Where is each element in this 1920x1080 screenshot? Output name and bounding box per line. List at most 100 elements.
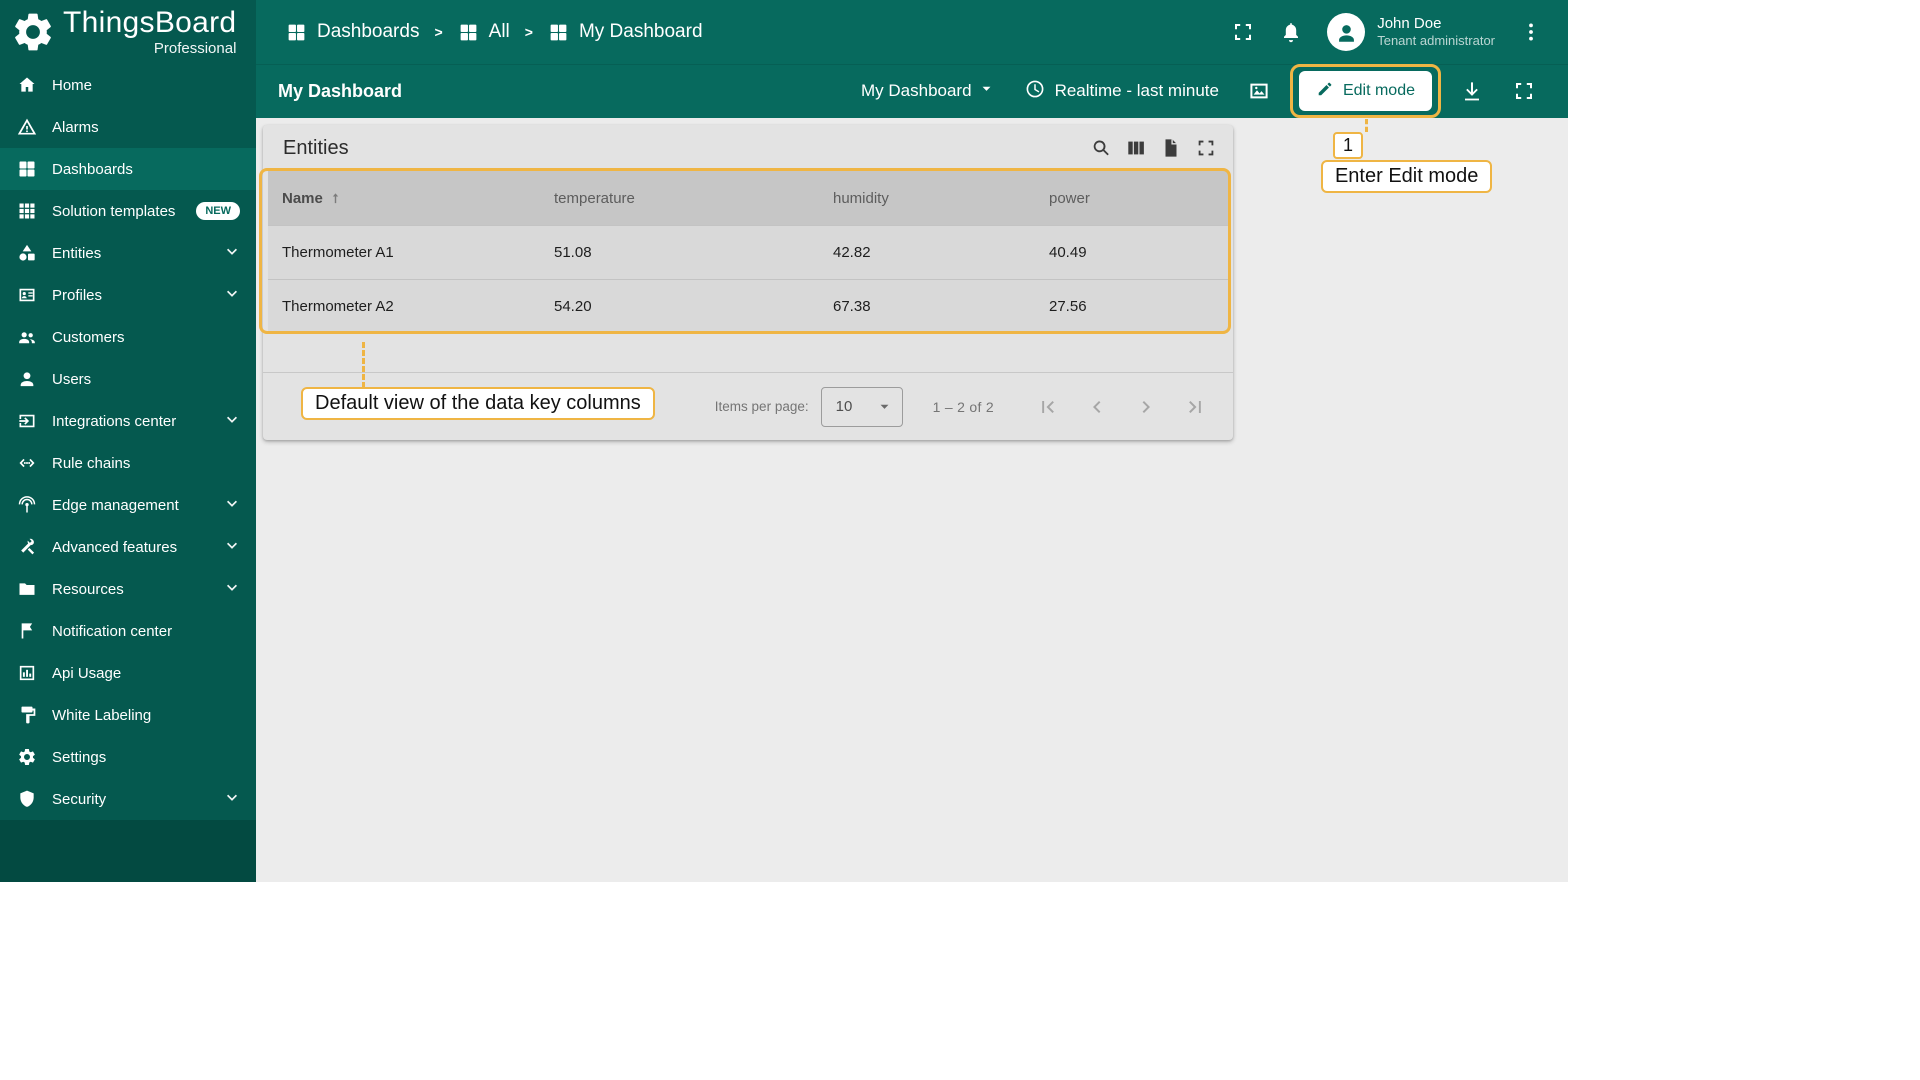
- sidebar-item-edge-management[interactable]: Edge management: [0, 484, 256, 526]
- toolbar-fullscreen-button[interactable]: [1512, 79, 1536, 103]
- dashboard-toolbar: My Dashboard My Dashboard Realtime - las…: [256, 64, 1568, 193]
- breadcrumb-separator: >: [434, 24, 443, 40]
- avatar[interactable]: [1327, 13, 1366, 51]
- edge-icon: [16, 495, 38, 515]
- sidebar-item-label: Alarms: [52, 118, 99, 136]
- column-header-name[interactable]: Name: [268, 190, 554, 207]
- sidebar-item-customers[interactable]: Customers: [0, 316, 256, 358]
- sidebar-item-label: Dashboards: [52, 160, 133, 178]
- export-icon[interactable]: [1160, 137, 1182, 159]
- settings-icon: [16, 747, 38, 767]
- breadcrumb: Dashboards > All > My Dashboard: [286, 21, 703, 43]
- user-role: Tenant administrator: [1377, 33, 1495, 49]
- brand-logo[interactable]: ThingsBoard Professional: [0, 0, 256, 64]
- sidebar-item-api-usage[interactable]: Api Usage: [0, 652, 256, 694]
- annotation-edit-label: Enter Edit mode: [1320, 160, 1493, 193]
- download-button[interactable]: [1460, 79, 1484, 103]
- brand-name: ThingsBoard: [63, 6, 237, 40]
- dashboard-grid-icon: [548, 22, 569, 43]
- breadcrumb-separator: >: [524, 24, 533, 40]
- api-usage-icon: [16, 663, 38, 683]
- sidebar-item-resources[interactable]: Resources: [0, 568, 256, 610]
- sidebar-item-users[interactable]: Users: [0, 358, 256, 400]
- dashboard-grid-icon: [458, 22, 479, 43]
- sidebar-item-dashboards[interactable]: Dashboards: [0, 148, 256, 190]
- sidebar-item-label: Profiles: [52, 286, 103, 304]
- sidebar-item-settings[interactable]: Settings: [0, 736, 256, 778]
- annotation-step-number: 1: [1332, 132, 1363, 159]
- value-cell: 51.08: [554, 244, 592, 261]
- sidebar-item-white-labeling[interactable]: White Labeling: [0, 694, 256, 736]
- edit-mode-label: Edit mode: [1342, 82, 1415, 99]
- entities-table: Name temperature humidity power Thermometer…: [268, 171, 1228, 333]
- sidebar-item-label: Solution templates: [52, 202, 176, 220]
- annotation-table-label: Default view of the data key columns: [301, 387, 655, 420]
- column-header-humidity[interactable]: humidity: [833, 190, 1049, 207]
- table-row[interactable]: Thermometer A2 54.20 67.38 27.56: [268, 279, 1228, 333]
- notifications-button[interactable]: [1279, 20, 1303, 44]
- fullscreen-button[interactable]: [1231, 20, 1255, 44]
- sidebar-item-profiles[interactable]: Profiles: [0, 274, 256, 316]
- pager-next-button[interactable]: [1134, 395, 1158, 419]
- sidebar-item-label: Settings: [52, 748, 107, 766]
- dashboard-select[interactable]: My Dashboard: [861, 79, 996, 103]
- user-info[interactable]: John Doe Tenant administrator: [1377, 15, 1495, 50]
- pager: [1036, 395, 1207, 419]
- chevron-down-icon: [222, 241, 242, 265]
- sidebar-item-advanced-features[interactable]: Advanced features: [0, 526, 256, 568]
- user-menu-kebab-icon[interactable]: [1519, 20, 1543, 44]
- pencil-icon: [1316, 80, 1334, 103]
- sidebar-item-label: Resources: [52, 580, 124, 598]
- sidebar-item-label: Rule chains: [52, 454, 131, 472]
- brand-text: ThingsBoard Professional: [63, 7, 236, 57]
- value-cell: 67.38: [833, 298, 871, 315]
- chevron-down-icon: [222, 577, 242, 601]
- widget-header: Entities: [263, 125, 1233, 171]
- breadcrumb-item-all[interactable]: All: [458, 21, 510, 43]
- sidebar-item-integrations-center[interactable]: Integrations center: [0, 400, 256, 442]
- columns-icon[interactable]: [1125, 137, 1147, 159]
- notification-icon: [16, 621, 38, 641]
- dashboard-select-value: My Dashboard: [861, 81, 972, 100]
- pager-last-button[interactable]: [1183, 395, 1207, 419]
- table-row[interactable]: Thermometer A1 51.08 42.82 40.49: [268, 225, 1228, 279]
- sidebar-item-label: Entities: [52, 244, 102, 262]
- column-header-temperature[interactable]: temperature: [554, 190, 833, 207]
- page-size-select[interactable]: 10: [820, 386, 903, 427]
- sidebar-item-notification-center[interactable]: Notification center: [0, 610, 256, 652]
- timewindow-label: Realtime - last minute: [1054, 81, 1219, 100]
- entity-name-cell: Thermometer A1: [282, 244, 394, 261]
- widget-title: Entities: [283, 136, 349, 159]
- sidebar-item-security[interactable]: Security: [0, 778, 256, 820]
- edit-mode-button[interactable]: Edit mode: [1298, 71, 1432, 111]
- value-cell: 54.20: [554, 298, 592, 315]
- sidebar-menu: Home Alarms Dashboards Solution templates NE…: [0, 64, 256, 820]
- breadcrumb-item-dashboards[interactable]: Dashboards: [286, 21, 419, 43]
- sidebar-item-alarms[interactable]: Alarms: [0, 106, 256, 148]
- breadcrumb-item-my-dashboard[interactable]: My Dashboard: [548, 21, 703, 43]
- search-icon[interactable]: [1090, 137, 1112, 159]
- timewindow-button[interactable]: Realtime - last minute: [1024, 78, 1219, 105]
- table-header-row: Name temperature humidity power: [268, 171, 1228, 225]
- sidebar-item-label: Home: [52, 76, 93, 94]
- entity-name-cell: Thermometer A2: [282, 298, 394, 315]
- chevron-down-icon: [977, 79, 996, 103]
- sidebar-item-rule-chains[interactable]: Rule chains: [0, 442, 256, 484]
- user-name: John Doe: [1377, 14, 1442, 32]
- chevron-down-icon: [222, 493, 242, 517]
- home-icon: [16, 75, 38, 95]
- entities-icon: [16, 243, 38, 263]
- widget-fullscreen-icon[interactable]: [1195, 137, 1217, 159]
- pager-first-button[interactable]: [1036, 395, 1060, 419]
- header-actions: John Doe Tenant administrator: [1231, 13, 1543, 51]
- pager-prev-button[interactable]: [1085, 395, 1109, 419]
- chevron-down-icon: [222, 283, 242, 307]
- dashboard-image-button[interactable]: [1247, 79, 1271, 103]
- sidebar-item-entities[interactable]: Entities: [0, 232, 256, 274]
- sidebar-item-solution-templates[interactable]: Solution templates NEW: [0, 190, 256, 232]
- column-header-power[interactable]: power: [1049, 190, 1228, 207]
- resources-icon: [16, 579, 38, 599]
- value-cell: 27.56: [1049, 298, 1087, 315]
- sidebar-item-home[interactable]: Home: [0, 64, 256, 106]
- clock-icon: [1024, 78, 1046, 105]
